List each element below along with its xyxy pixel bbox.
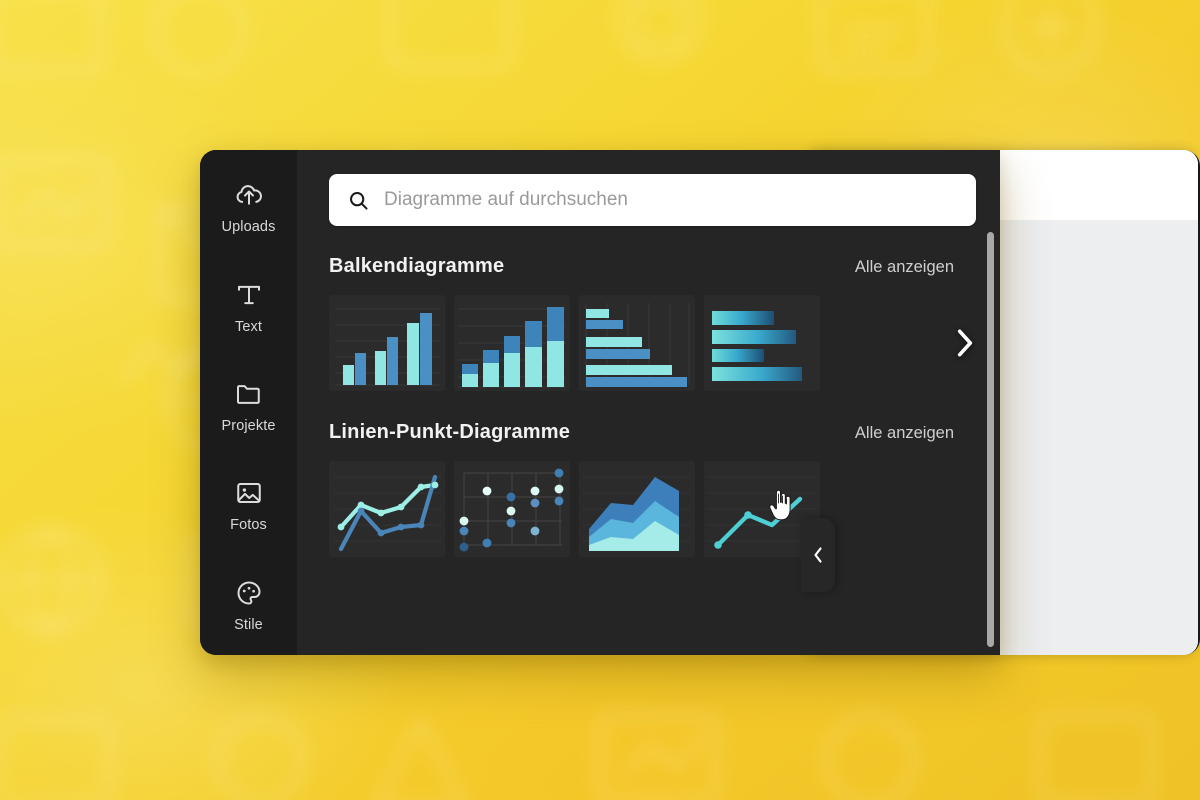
sidebar-item-stile[interactable]: Stile (200, 556, 297, 655)
palette-icon (234, 578, 264, 608)
search-bar-wrapper (297, 174, 1000, 226)
right-editor-pane: Bearbeiten (808, 150, 1200, 655)
show-all-link[interactable]: Alle anzeigen (855, 424, 954, 443)
chevron-right-icon[interactable] (952, 326, 978, 360)
search-icon (347, 189, 370, 212)
chevron-left-icon (814, 547, 822, 563)
section-linien-punkt-diagramme: Linien-Punkt-Diagramme Alle anzeigen (297, 421, 1000, 557)
thumbnail-row (329, 461, 1000, 557)
show-all-link[interactable]: Alle anzeigen (855, 258, 954, 277)
sidebar-item-label: Stile (234, 616, 263, 633)
sidebar-item-label: Uploads (221, 219, 276, 236)
sidebar-item-label: Projekte (221, 418, 276, 435)
chart-thumb-grouped-bar[interactable] (579, 295, 695, 391)
cloud-upload-icon (234, 180, 264, 210)
section-header: Linien-Punkt-Diagramme Alle anzeigen (329, 421, 1000, 444)
sidebar-item-text[interactable]: Text (200, 257, 297, 356)
sidebar-item-label: Text (235, 318, 262, 335)
sidebar-item-fotos[interactable]: Fotos (200, 456, 297, 555)
chart-thumb-stacked-column[interactable] (454, 295, 570, 391)
chart-thumb-multi-line[interactable] (329, 461, 445, 557)
sidebar-item-label: Fotos (230, 517, 267, 534)
collapse-panel-button[interactable] (801, 518, 835, 592)
charts-panel: Balkendiagramme Alle anzeigen (297, 150, 1000, 655)
text-t-icon (234, 280, 264, 310)
image-icon (234, 478, 264, 508)
chart-thumb-stacked-gradient-bar[interactable] (704, 295, 820, 391)
chart-thumb-grouped-column[interactable] (329, 295, 445, 391)
section-title: Linien-Punkt-Diagramme (329, 421, 571, 443)
section-balkendiagramme: Balkendiagramme Alle anzeigen (297, 255, 1000, 391)
search-input[interactable] (384, 189, 958, 211)
chart-thumb-scatter-plot[interactable] (454, 461, 570, 557)
sidebar-item-uploads[interactable]: Uploads (200, 158, 297, 257)
chart-thumb-stacked-area[interactable] (579, 461, 695, 557)
sidebar-item-projekte[interactable]: Projekte (200, 357, 297, 456)
thumbnail-row (329, 295, 1000, 391)
section-title: Balkendiagramme (329, 255, 505, 277)
panel-scrollbar[interactable] (987, 232, 994, 647)
section-header: Balkendiagramme Alle anzeigen (329, 255, 1000, 278)
sidebar: Uploads Text Projekte Fotos Stile (200, 150, 297, 655)
folder-icon (234, 379, 264, 409)
app-window: Uploads Text Projekte Fotos Stile Diagra… (200, 150, 1000, 655)
search-bar[interactable] (329, 174, 976, 226)
